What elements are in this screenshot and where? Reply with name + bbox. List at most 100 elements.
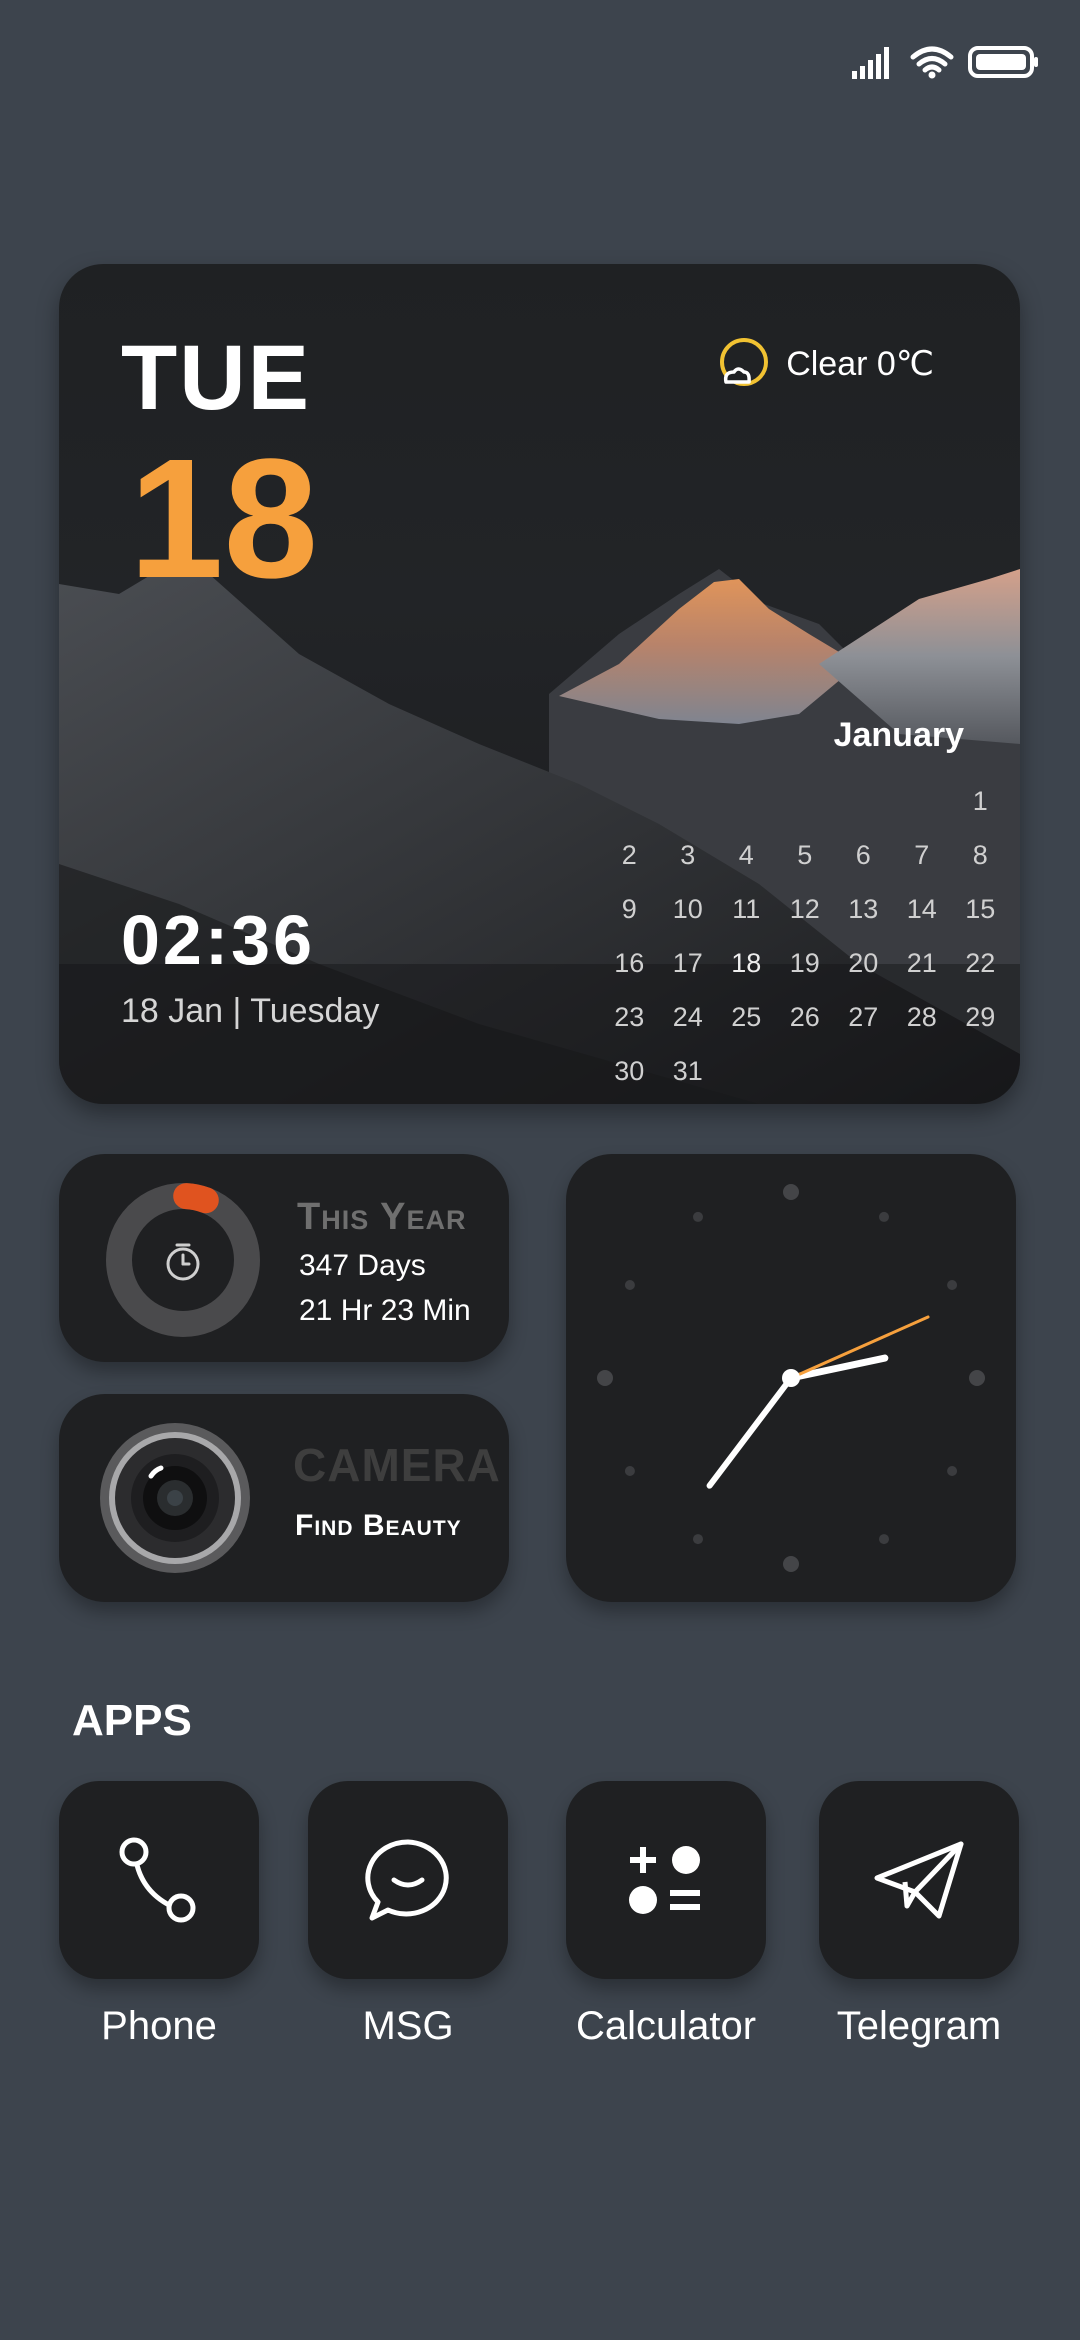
calendar-day [893, 1044, 952, 1098]
calendar-day[interactable]: 12 [776, 882, 835, 936]
calendar-day[interactable]: 22 [951, 936, 1010, 990]
calendar-day[interactable]: 17 [659, 936, 718, 990]
weather[interactable]: Clear 0℃ [716, 336, 934, 392]
clock-hour-hand [787, 1354, 889, 1382]
calendar-day[interactable]: 27 [834, 990, 893, 1044]
calendar-day[interactable]: 29 [951, 990, 1010, 1044]
calendar-day[interactable]: 31 [659, 1044, 718, 1098]
calculator-icon [629, 1846, 700, 1914]
clock-marker [783, 1556, 799, 1572]
calendar-day[interactable]: 4 [717, 828, 776, 882]
calendar-day[interactable]: 24 [659, 990, 718, 1044]
calendar-day[interactable]: 20 [834, 936, 893, 990]
calendar-day[interactable]: 3 [659, 828, 718, 882]
app-msg[interactable] [308, 1781, 508, 1979]
signal-icon [852, 47, 889, 79]
calendar-day[interactable]: 7 [893, 828, 952, 882]
calendar-week: 1 [600, 774, 1010, 828]
clock-marker [783, 1184, 799, 1200]
calendar-day [717, 1044, 776, 1098]
calendar-day[interactable]: 13 [834, 882, 893, 936]
calendar-day[interactable]: 8 [951, 828, 1010, 882]
calendar-day [659, 774, 718, 828]
date-line: 18 Jan | Tuesday [121, 992, 380, 1030]
clock-marker [624, 1280, 635, 1290]
day-name: TUE [121, 327, 311, 429]
year-progress-widget[interactable]: This Year 347 Days 21 Hr 23 Min [59, 1154, 509, 1362]
calendar-day-today[interactable]: 18 [717, 936, 776, 990]
calendar-day[interactable]: 14 [893, 882, 952, 936]
camera-title: CAMERA [293, 1439, 501, 1491]
calendar-day [951, 1044, 1010, 1098]
clock-second-hand [789, 1315, 930, 1380]
phone-icon [119, 1837, 196, 1923]
calendar-day[interactable]: 30 [600, 1044, 659, 1098]
clock-marker [947, 1466, 958, 1476]
year-time: 21 Hr 23 Min [299, 1294, 471, 1327]
calendar-day [600, 774, 659, 828]
wifi-icon [910, 46, 954, 79]
calendar-day[interactable]: 26 [776, 990, 835, 1044]
calendar-day [717, 774, 776, 828]
year-progress-ring [106, 1183, 260, 1337]
battery-icon [968, 46, 1038, 78]
calendar-day [776, 1044, 835, 1098]
calendar-day[interactable]: 10 [659, 882, 718, 936]
calendar-week: 16 17 18 19 20 21 22 [600, 936, 1010, 990]
calendar-day[interactable]: 15 [951, 882, 1010, 936]
calendar-day[interactable]: 21 [893, 936, 952, 990]
clock-marker [597, 1370, 613, 1386]
telegram-icon [874, 1841, 964, 1919]
clock-marker [693, 1534, 703, 1545]
calendar-day [893, 774, 952, 828]
year-progress-arc [173, 1183, 219, 1214]
clock-marker [969, 1370, 985, 1386]
year-title: This Year [297, 1196, 467, 1238]
app-calculator[interactable] [566, 1781, 766, 1979]
calendar-day[interactable]: 11 [717, 882, 776, 936]
app-label-phone: Phone [101, 2004, 217, 2048]
calendar-week: 23 24 25 26 27 28 29 [600, 990, 1010, 1044]
calendar-day [834, 1044, 893, 1098]
calendar-month: January [833, 716, 964, 754]
app-phone[interactable] [59, 1781, 259, 1979]
year-days: 347 Days [299, 1249, 426, 1282]
digital-time: 02:36 [121, 901, 316, 979]
clock-marker [879, 1534, 889, 1545]
weather-text: Clear 0℃ [786, 345, 934, 383]
app-label-telegram: Telegram [836, 2004, 1002, 2048]
calendar-week: 30 31 [600, 1044, 1010, 1098]
app-telegram[interactable] [819, 1781, 1019, 1979]
calendar-grid[interactable]: 1 2 3 4 5 6 7 8 9 10 11 12 13 14 15 16 17 18 19 20 21 22 23 24 2… [600, 774, 1010, 1098]
app-label-msg: MSG [362, 2004, 454, 2048]
analog-clock-widget[interactable] [566, 1154, 1016, 1602]
status-bar [850, 42, 1040, 82]
clock-minute-hand [706, 1375, 794, 1489]
camera-lens-icon [100, 1423, 250, 1573]
calendar-day[interactable]: 6 [834, 828, 893, 882]
message-icon [365, 1839, 449, 1921]
camera-subtitle: Find Beauty [295, 1509, 462, 1542]
clock-marker [879, 1211, 889, 1222]
calendar-day[interactable]: 2 [600, 828, 659, 882]
calendar-week: 2345678 [600, 828, 1010, 882]
clock-marker [693, 1211, 703, 1222]
clock-marker [624, 1466, 635, 1476]
calendar-day[interactable]: 19 [776, 936, 835, 990]
calendar-day[interactable]: 25 [717, 990, 776, 1044]
analog-clock-face [597, 1184, 985, 1572]
apps-section-title: APPS [72, 1696, 192, 1745]
day-number: 18 [129, 424, 319, 614]
app-label-calculator: Calculator [575, 2004, 757, 2048]
calendar-day[interactable]: 28 [893, 990, 952, 1044]
calendar-day[interactable]: 5 [776, 828, 835, 882]
calendar-day[interactable]: 23 [600, 990, 659, 1044]
calendar-day [834, 774, 893, 828]
calendar-day[interactable]: 9 [600, 882, 659, 936]
calendar-day[interactable]: 1 [951, 774, 1010, 828]
camera-widget[interactable]: CAMERA Find Beauty [59, 1394, 509, 1602]
calendar-day [776, 774, 835, 828]
calendar-day[interactable]: 16 [600, 936, 659, 990]
clear-night-icon [720, 338, 769, 386]
date-weather-widget[interactable]: TUE 18 Clear 0℃ 02:36 18 Jan | Tuesday J… [59, 264, 1020, 1104]
